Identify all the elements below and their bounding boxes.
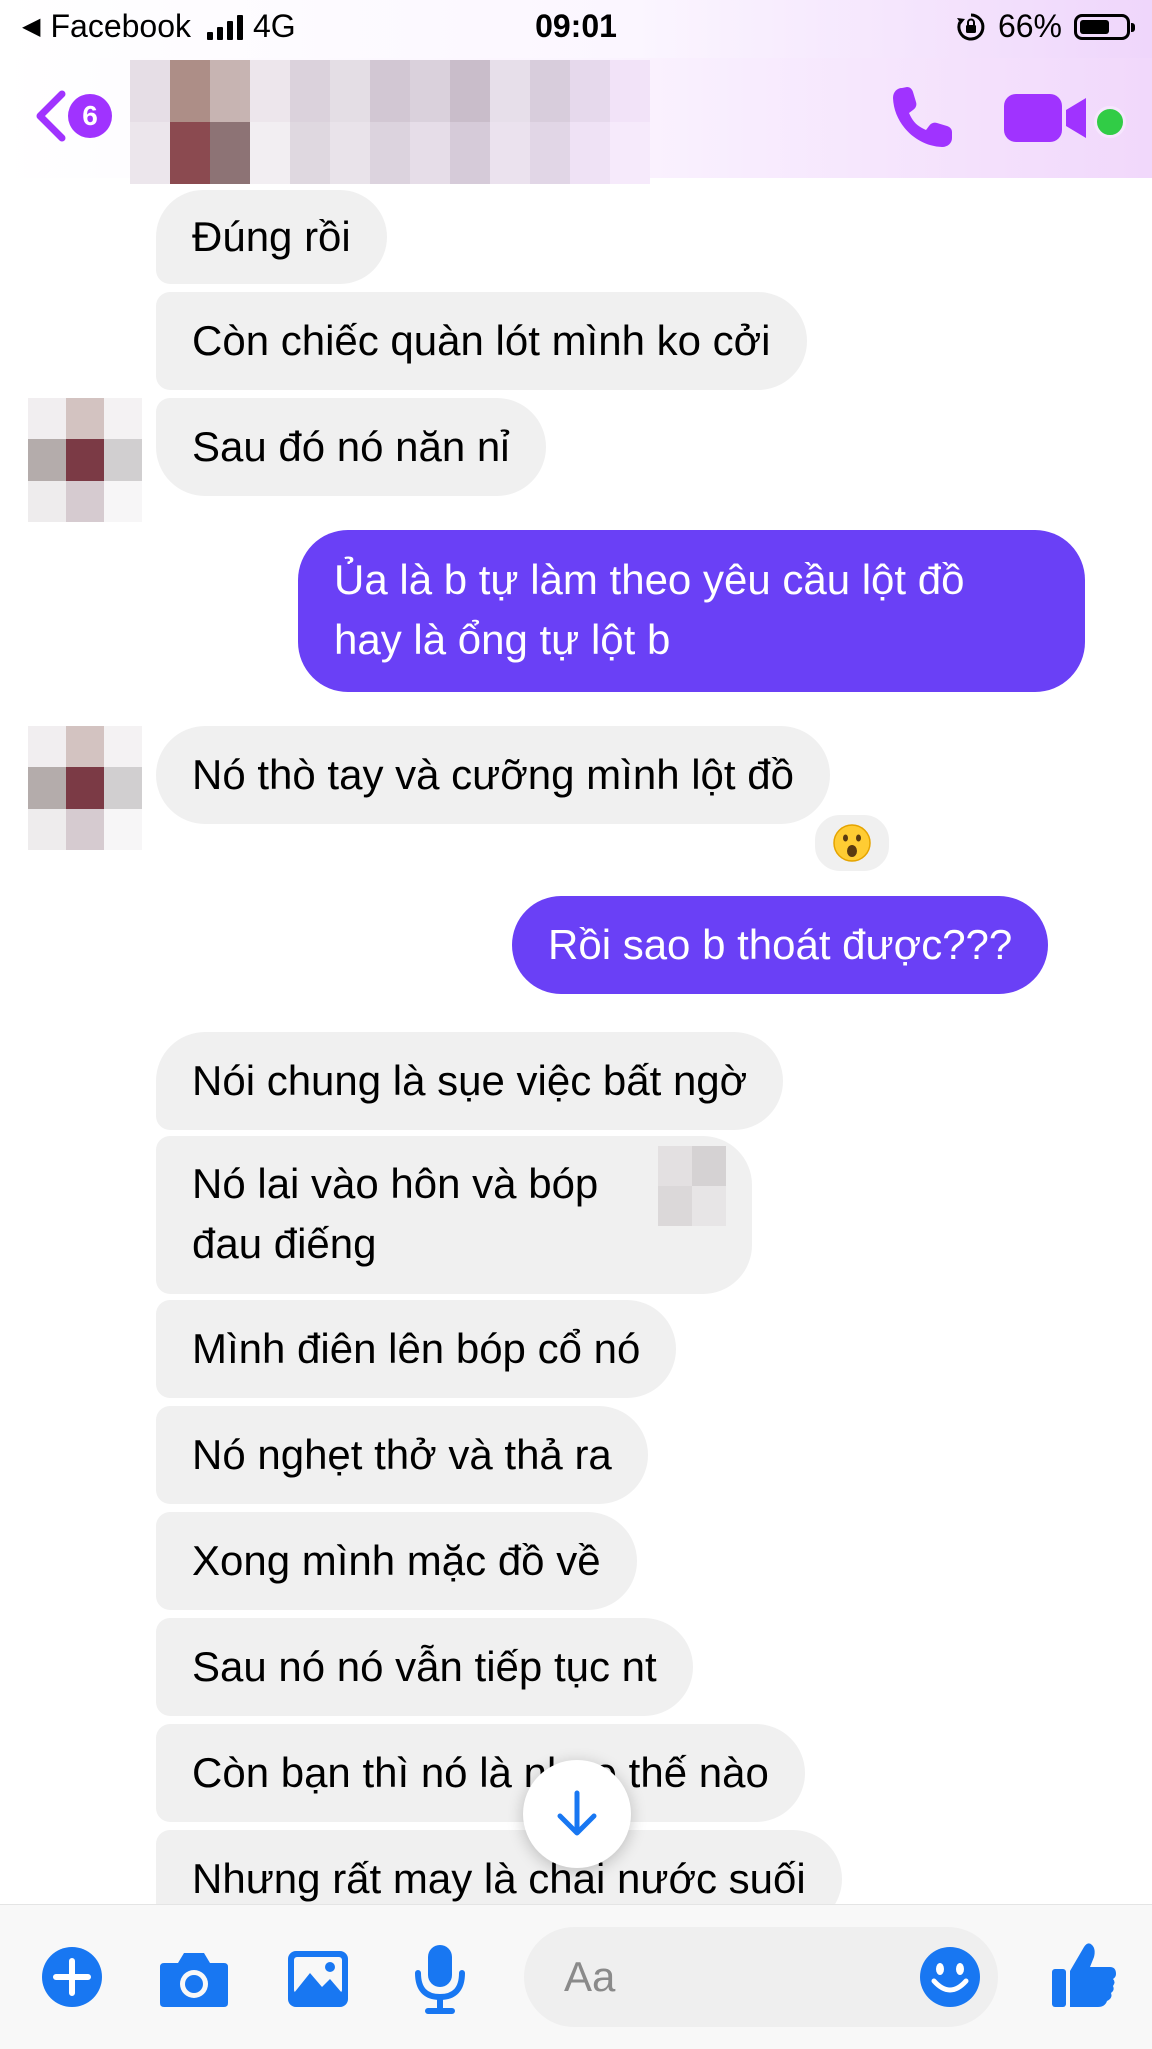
message-text-line: hay là ổng tự lột b	[334, 616, 671, 663]
status-bar-right: 66%	[956, 8, 1135, 45]
surprised-face-icon	[833, 824, 871, 862]
pixelated-contact-name[interactable]	[130, 60, 740, 184]
message-text: Sau đó nó năn nỉ	[192, 423, 510, 470]
message-bubble-outgoing[interactable]: Rồi sao b thoát được???	[512, 896, 1049, 994]
chevron-left-icon	[36, 90, 66, 142]
message-text: Còn chiếc quàn lót mình ko cởi	[192, 317, 771, 364]
pixelated-word	[658, 1146, 726, 1226]
arrow-down-icon	[557, 1790, 597, 1836]
conversation-header: 6	[0, 58, 1152, 184]
message-text: Nó nghẹt thở và thả ra	[192, 1431, 612, 1478]
message-bubble-outgoing[interactable]: Ủa là b tự làm theo yêu cầu lột đồ hay l…	[298, 530, 1085, 692]
camera-icon[interactable]	[158, 1949, 230, 2009]
message-text: Xong mình mặc đồ về	[192, 1537, 601, 1584]
battery-icon	[1074, 13, 1135, 40]
thumbs-up-icon[interactable]	[1050, 1941, 1118, 2009]
message-text: Nhưng rất may là chai nước suối	[192, 1855, 806, 1902]
message-text: Rồi sao b thoát được???	[548, 921, 1013, 968]
message-text-line: đau điếng	[192, 1220, 377, 1267]
message-bubble-incoming[interactable]: Xong mình mặc đồ về	[156, 1512, 637, 1610]
message-text: Đúng rồi	[192, 213, 351, 260]
back-button[interactable]: 6	[30, 86, 112, 146]
unread-count-badge: 6	[68, 94, 112, 138]
contact-avatar[interactable]	[28, 398, 142, 522]
online-status-dot	[1094, 106, 1126, 138]
message-text: Mình điên lên bóp cổ nó	[192, 1325, 641, 1372]
message-text: Còn bạn thì nó là nhue thế nào	[192, 1749, 769, 1796]
phone-icon[interactable]	[888, 82, 958, 152]
message-bubble-incoming[interactable]: Mình điên lên bóp cổ nó	[156, 1300, 677, 1398]
battery-level-fill	[1080, 19, 1110, 34]
message-text: Nó thò tay và cưỡng mình lột đồ	[192, 751, 794, 798]
message-bubble-incoming[interactable]: Sau đó nó năn nỉ	[156, 398, 546, 496]
message-bubble-incoming[interactable]: Còn bạn thì nó là nhue thế nào	[156, 1724, 805, 1822]
microphone-icon[interactable]	[414, 1943, 466, 2015]
message-text: Nói chung là sụe việc bất ngờ	[192, 1057, 748, 1104]
contact-avatar[interactable]	[28, 726, 142, 850]
message-text-line: Nó lai vào hôn và bóp	[192, 1160, 599, 1207]
plus-icon[interactable]	[40, 1945, 104, 2009]
message-reaction[interactable]	[812, 812, 892, 874]
scroll-to-bottom-button[interactable]	[523, 1760, 631, 1868]
battery-percent: 66%	[997, 8, 1062, 44]
message-bubble-incoming[interactable]: Nó thò tay và cưỡng mình lột đồ	[156, 726, 830, 824]
status-bar: ◀ Facebook 4G 09:01 66%	[0, 0, 1152, 58]
message-bubble-incoming[interactable]: Còn chiếc quàn lót mình ko cởi	[156, 292, 807, 390]
video-camera-icon[interactable]	[1004, 92, 1088, 144]
message-bubble-incoming[interactable]: Đúng rồi	[156, 190, 387, 284]
emoji-icon[interactable]	[918, 1945, 982, 2009]
message-bubble-incoming[interactable]: Sau nó nó vẫn tiếp tục nt	[156, 1618, 693, 1716]
message-text-line: Ủa là b tự làm theo yêu cầu lột đồ	[334, 556, 965, 603]
rotation-lock-icon	[956, 13, 985, 40]
message-composer	[0, 1904, 1152, 2049]
message-bubble-incoming[interactable]: Nói chung là sụe việc bất ngờ	[156, 1032, 784, 1130]
message-text: Sau nó nó vẫn tiếp tục nt	[192, 1643, 657, 1690]
image-icon[interactable]	[286, 1949, 350, 2009]
message-bubble-incoming[interactable]: Nó nghẹt thở và thả ra	[156, 1406, 648, 1504]
